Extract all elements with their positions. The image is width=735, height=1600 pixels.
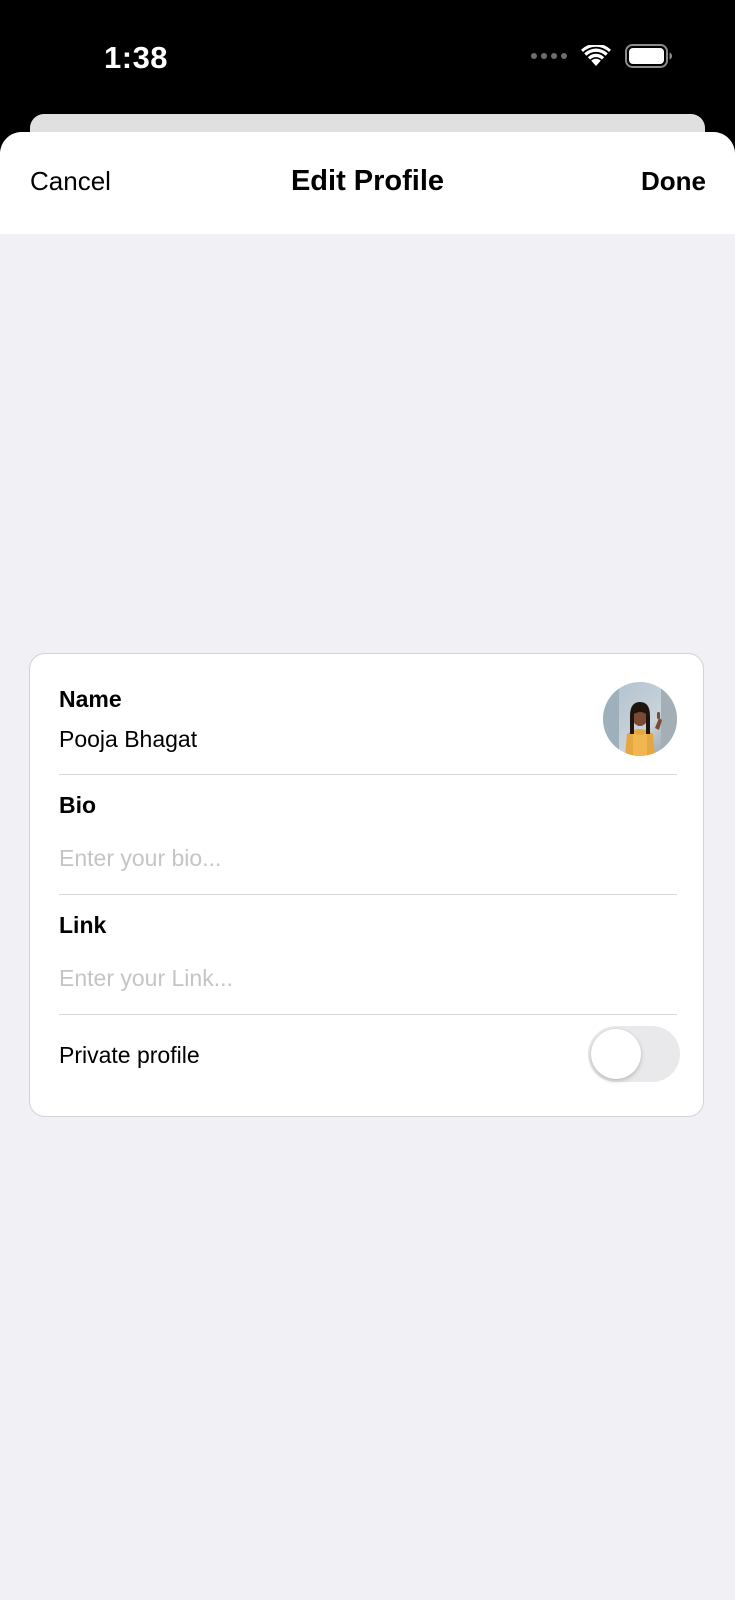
divider (59, 894, 677, 895)
navigation-bar: Cancel Edit Profile Done (0, 132, 735, 234)
profile-form-card: Name Pooja Bhagat Bio Enter your bio... … (29, 653, 704, 1117)
done-button[interactable]: Done (641, 166, 706, 197)
status-time: 1:38 (104, 40, 169, 75)
wifi-icon (581, 45, 611, 66)
status-bar: 1:38 (0, 0, 735, 112)
battery-icon (625, 44, 672, 68)
cellular-dots-icon (531, 53, 567, 59)
cancel-button[interactable]: Cancel (30, 166, 111, 197)
divider (59, 1014, 677, 1015)
toggle-knob (591, 1029, 641, 1079)
avatar[interactable] (603, 682, 677, 756)
divider (59, 774, 677, 775)
link-label: Link (59, 912, 107, 938)
link-input[interactable] (57, 960, 621, 996)
name-label: Name (59, 686, 122, 712)
private-profile-label: Private profile (59, 1042, 200, 1068)
bio-input[interactable] (57, 840, 621, 876)
bio-label: Bio (59, 792, 97, 818)
name-value[interactable]: Pooja Bhagat (59, 726, 197, 753)
private-profile-toggle[interactable] (588, 1026, 680, 1082)
edit-profile-sheet: Cancel Edit Profile Done Name Pooja Bhag… (0, 132, 735, 1600)
avatar-photo (603, 682, 677, 756)
status-icons (531, 44, 673, 68)
